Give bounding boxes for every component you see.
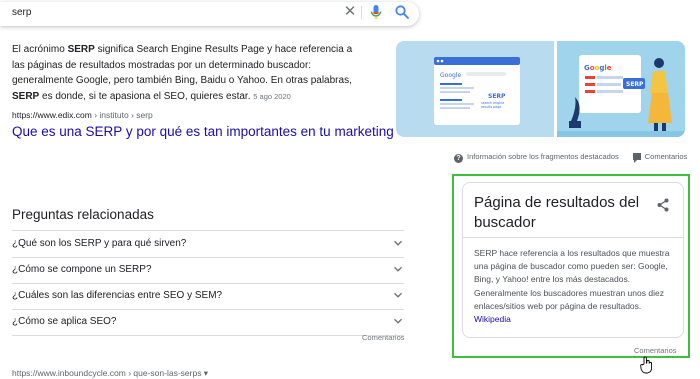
microphone-icon[interactable] [370,4,382,20]
about-snippets-link[interactable]: Información sobre los fragmentos destaca… [467,152,619,161]
hand-cursor-icon [640,356,654,374]
snippet-feedback-link[interactable]: Comentarios [645,152,688,161]
chevron-down-icon [394,292,402,298]
paa-feedback-link[interactable]: Comentarios [362,333,405,342]
chevron-down-icon [394,266,402,272]
search-input[interactable]: serp [12,7,31,18]
help-icon: ? [454,154,463,163]
paa-question[interactable]: ¿Cómo se compone un SERP? [12,257,404,284]
paa-question[interactable]: ¿Cuáles son las diferencias entre SEO y … [12,283,404,310]
search-icon[interactable] [394,4,410,20]
snippet-bold-term: SERP [67,44,95,55]
result-cite: https://www.edix.com › instituto › serp [12,110,153,120]
paa-question-text: ¿Cómo se aplica SEO? [12,316,117,327]
image-serp-sub2: results page [481,105,501,109]
wikipedia-link[interactable]: Wikipedia [474,314,511,324]
svg-text:Google: Google [584,64,612,72]
next-result-cite[interactable]: https://www.inboundcycle.com › que-son-l… [12,368,208,379]
clear-icon[interactable]: ✕ [342,4,358,20]
knowledge-panel-divider [463,237,683,238]
result-title-link[interactable]: Que es una SERP y por qué es tan importa… [12,124,394,139]
featured-snippet-text: El acrónimo SERP significa Search Engine… [12,44,353,102]
search-divider [361,6,362,19]
snippet-image-right[interactable]: Google SERP [557,41,685,137]
knowledge-panel-description: SERP hace referencia a los resultados qu… [474,248,670,325]
chevron-down-icon [394,240,402,246]
image-serp-text: SERP [488,93,506,100]
paa-question-text: ¿Cuáles son las diferencias entre SEO y … [12,290,223,301]
knowledge-panel-feedback-link[interactable]: Comentarios [634,346,677,355]
snippet-image-left[interactable]: Google SERP search engine results page [396,41,554,137]
paa-question-text: ¿Cómo se compone un SERP? [12,264,152,275]
feedback-icon [632,153,641,163]
knowledge-panel-title: Página de resultados del buscador [474,194,640,231]
image-google-text: Google [440,72,461,79]
share-icon[interactable] [655,197,671,213]
snippet-about-bar: ? Información sobre los fragmentos destac… [454,152,687,163]
snippet-date: 5 ago 2020 [253,91,291,101]
paa-question-text: ¿Qué son los SERP y para qué sirven? [12,238,187,249]
chevron-down-icon [394,318,402,324]
paa-question[interactable]: ¿Cómo se aplica SEO? [12,309,404,336]
snippet-bold-term: SERP [12,90,40,102]
svg-text:SERP: SERP [626,81,644,88]
people-also-ask-heading: Preguntas relacionadas [12,207,154,222]
paa-question[interactable]: ¿Qué son los SERP y para qué sirven? [12,231,404,258]
